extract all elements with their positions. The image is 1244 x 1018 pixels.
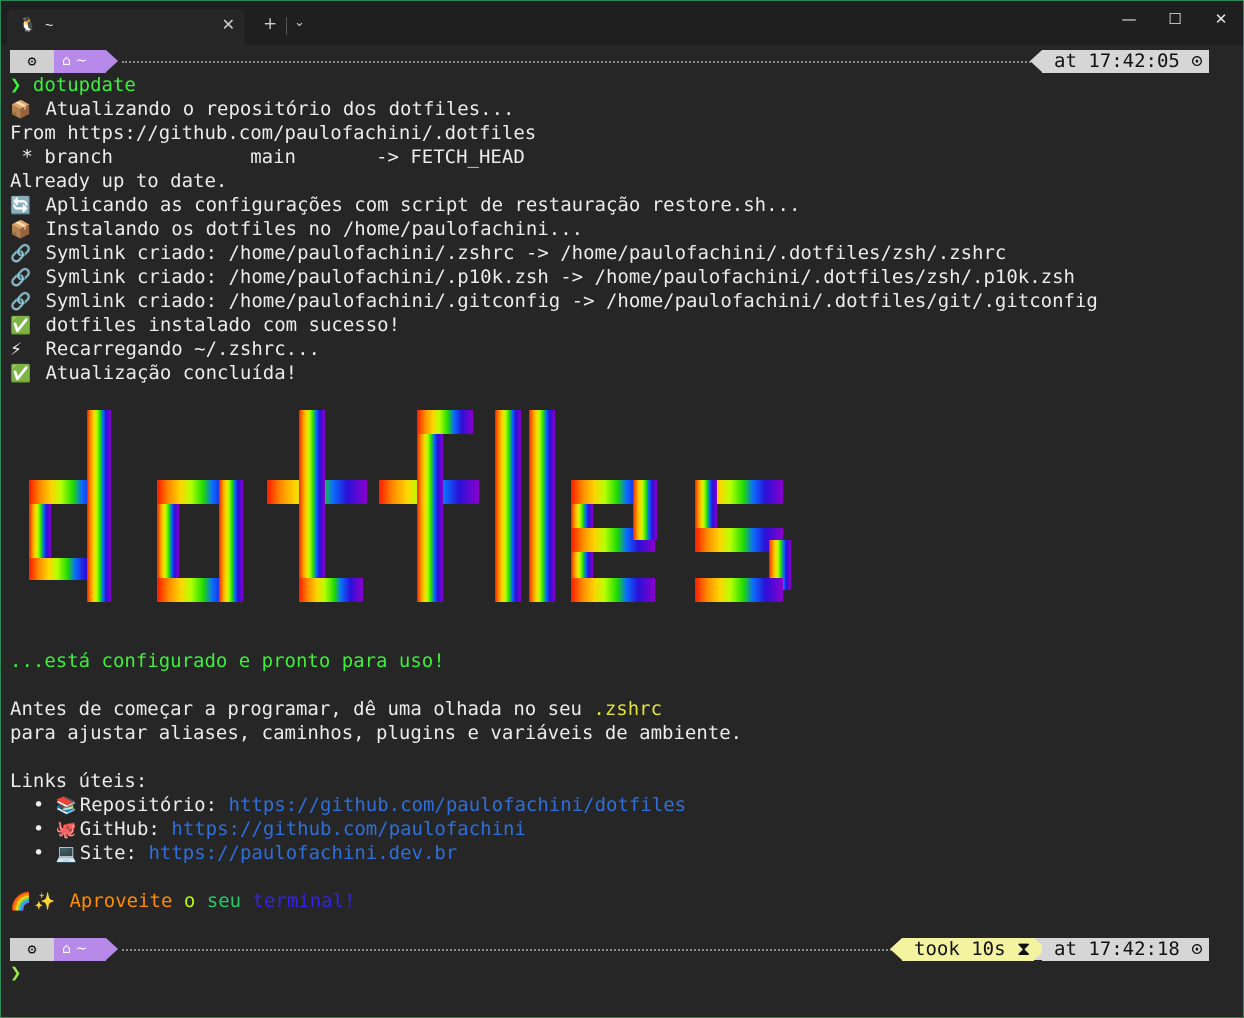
enjoy-word: seu bbox=[206, 890, 242, 912]
linux-icon: ⚙ bbox=[10, 50, 54, 73]
link-label: Repositório: bbox=[79, 794, 229, 816]
enjoy-word: terminal! bbox=[252, 890, 356, 912]
terminal-window: 🐧 ~ ✕ + ⌄ — ☐ ✕ ⚙ ⌂ ~ at 17:42:05 ⊙ ❯ do… bbox=[0, 0, 1244, 1018]
segment-arrow bbox=[106, 50, 118, 72]
site-link[interactable]: https://paulofachini.dev.br bbox=[148, 842, 457, 864]
dotfiles-ascii-banner bbox=[29, 410, 791, 602]
github-link[interactable]: https://github.com/paulofachini bbox=[171, 818, 526, 840]
advice-line: para ajustar aliases, caminhos, plugins … bbox=[10, 722, 743, 744]
segment-arrow bbox=[1030, 50, 1042, 72]
output-line: 🔗 Symlink criado: /home/paulofachini/.p1… bbox=[10, 265, 1075, 289]
link-item: • 🐙 GitHub: https://github.com/paulofachi… bbox=[10, 817, 526, 841]
enjoy-word: o bbox=[183, 890, 196, 912]
time-segment: at 17:42:18 ⊙ bbox=[1042, 938, 1209, 961]
output-line: From https://github.com/paulofachini/.do… bbox=[10, 122, 537, 144]
laptop-icon: 💻 bbox=[55, 844, 77, 864]
link-icon: 🔗 bbox=[10, 268, 32, 288]
tab-title: ~ bbox=[45, 17, 54, 33]
title-bar: 🐧 ~ ✕ + ⌄ — ☐ ✕ bbox=[1, 1, 1243, 45]
output-line: 🔗 Symlink criado: /home/paulofachini/.gi… bbox=[10, 289, 1098, 313]
package-icon: 📦 bbox=[10, 220, 32, 240]
bolt-icon: ⚡ bbox=[10, 340, 22, 360]
new-tab-button[interactable]: + bbox=[263, 14, 277, 34]
ready-message: ...está configurado e pronto para uso! bbox=[10, 650, 445, 672]
close-window-button[interactable]: ✕ bbox=[1198, 10, 1243, 28]
output-line: 🔗 Symlink criado: /home/paulofachini/.zs… bbox=[10, 241, 1006, 265]
command-text: dotupdate bbox=[32, 74, 136, 96]
links-header: Links úteis: bbox=[10, 770, 148, 792]
output-text: Atualização concluída! bbox=[45, 362, 298, 384]
minimize-button[interactable]: — bbox=[1106, 10, 1152, 28]
output-line: Already up to date. bbox=[10, 170, 228, 192]
check-icon: ✅ bbox=[10, 316, 32, 336]
link-label: Site: bbox=[79, 842, 149, 864]
prompt-caret: ❯ bbox=[10, 74, 22, 96]
duration-segment: took 10s ⧗ bbox=[902, 938, 1034, 961]
output-text: Aplicando as configurações com script de… bbox=[45, 194, 801, 216]
output-line: ✅ dotfiles instalado com sucesso! bbox=[10, 313, 400, 337]
package-icon: 📦 bbox=[10, 100, 32, 120]
books-icon: 📚 bbox=[55, 796, 77, 816]
enjoy-word: Aproveite bbox=[69, 890, 173, 912]
terminal-tab[interactable]: 🐧 ~ ✕ bbox=[7, 9, 245, 45]
link-item: • 📚 Repositório: https://github.com/paulo… bbox=[10, 793, 686, 817]
output-text: Symlink criado: /home/paulofachini/.p10k… bbox=[45, 266, 1075, 288]
link-label: GitHub: bbox=[79, 818, 172, 840]
link-icon: 🔗 bbox=[10, 292, 32, 312]
output-text: dotfiles instalado com sucesso! bbox=[45, 314, 401, 336]
terminal-output[interactable]: ⚙ ⌂ ~ at 17:42:05 ⊙ ❯ dotupdate 📦 Atuali… bbox=[1, 45, 1243, 1017]
chevron-down-icon[interactable]: ⌄ bbox=[294, 15, 305, 30]
sync-icon: 🔄 bbox=[10, 196, 32, 216]
directory-segment: ⌂ ~ bbox=[54, 938, 106, 961]
bullet: • bbox=[32, 842, 45, 864]
output-line: * branch main -> FETCH_HEAD bbox=[10, 146, 525, 168]
link-item: • 💻 Site: https://paulofachini.dev.br bbox=[10, 841, 457, 865]
output-text: Atualizando o repositório dos dotfiles..… bbox=[45, 98, 515, 120]
maximize-button[interactable]: ☐ bbox=[1152, 10, 1198, 28]
directory-segment: ⌂ ~ bbox=[54, 50, 106, 73]
advice-text: Antes de começar a programar, dê uma olh… bbox=[10, 698, 594, 720]
enjoy-line: 🌈 ✨ Aproveite o seu terminal! bbox=[10, 889, 356, 913]
tab-divider bbox=[286, 17, 287, 35]
advice-line: Antes de começar a programar, dê uma olh… bbox=[10, 697, 662, 721]
output-line: ⚡ Recarregando ~/.zshrc... bbox=[10, 337, 320, 361]
prompt-bar: ⚙ ⌂ ~ at 17:42:05 ⊙ bbox=[10, 50, 1210, 73]
sparkles-icon: ✨ bbox=[34, 892, 56, 912]
octopus-icon: 🐙 bbox=[55, 820, 77, 840]
prompt-bar: ⚙ ⌂ ~ took 10s ⧗ at 17:42:18 ⊙ bbox=[10, 938, 1210, 961]
prompt-filler bbox=[122, 61, 1034, 63]
command-line: ❯ dotupdate bbox=[10, 73, 136, 97]
zshrc-file: .zshrc bbox=[593, 698, 663, 720]
output-line: 📦 Atualizando o repositório dos dotfiles… bbox=[10, 97, 514, 121]
linux-penguin-icon: 🐧 bbox=[19, 17, 37, 33]
segment-arrow bbox=[890, 938, 902, 960]
output-line: 📦 Instalando os dotfiles no /home/paulof… bbox=[10, 217, 583, 241]
output-text: Recarregando ~/.zshrc... bbox=[45, 338, 320, 360]
segment-arrow bbox=[106, 938, 118, 960]
bullet: • bbox=[32, 794, 45, 816]
rainbow-icon: 🌈 bbox=[10, 892, 32, 912]
output-text: Symlink criado: /home/paulofachini/.zshr… bbox=[45, 242, 1007, 264]
bullet: • bbox=[32, 818, 45, 840]
check-icon: ✅ bbox=[10, 364, 32, 384]
prompt-caret[interactable]: ❯ bbox=[10, 961, 21, 985]
link-icon: 🔗 bbox=[10, 244, 32, 264]
time-segment: at 17:42:05 ⊙ bbox=[1042, 50, 1209, 73]
output-line: 🔄 Aplicando as configurações com script … bbox=[10, 193, 800, 217]
linux-icon: ⚙ bbox=[10, 938, 54, 961]
close-tab-icon[interactable]: ✕ bbox=[222, 15, 235, 34]
output-line: ✅ Atualização concluída! bbox=[10, 361, 297, 385]
output-text: Instalando os dotfiles no /home/paulofac… bbox=[45, 218, 584, 240]
prompt-filler bbox=[122, 949, 892, 951]
output-text: Symlink criado: /home/paulofachini/.gitc… bbox=[45, 290, 1098, 312]
repository-link[interactable]: https://github.com/paulofachini/dotfiles bbox=[229, 794, 687, 816]
